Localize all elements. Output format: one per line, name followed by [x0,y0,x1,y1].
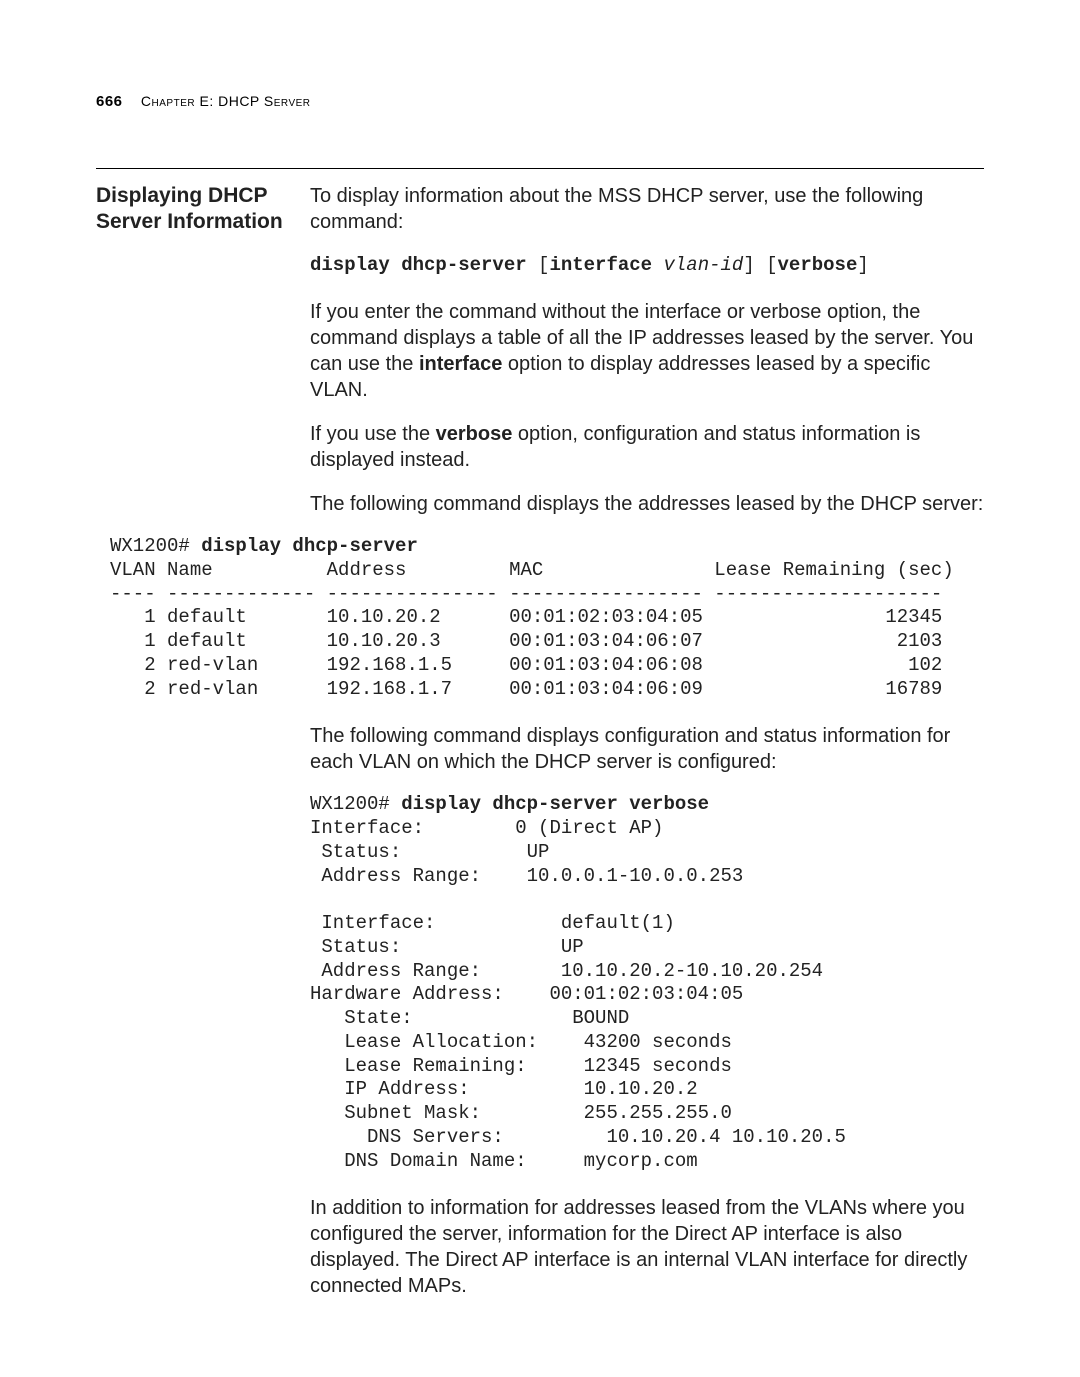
keyword-verbose: verbose [436,423,513,445]
command: display dhcp-server [201,535,418,557]
syntax-arg-vlanid: vlan-id [663,254,743,276]
section: Displaying DHCP Server Information To di… [96,183,984,1318]
page-number: 666 [96,93,123,110]
syntax-keyword-interface: interface [549,254,652,276]
terminal-output-2: WX1200# display dhcp-server verbose Inte… [310,793,984,1173]
syntax-bracket: [ [538,254,549,276]
syntax-bracket: [ [755,254,778,276]
syntax-bracket: ] [743,254,754,276]
output-body: VLAN Name Address MAC Lease Remaining (s… [110,559,954,700]
keyword-interface: interface [419,353,502,375]
page: 666 Chapter E: DHCP Server Displaying DH… [0,0,1080,1377]
prompt: WX1200# [310,793,401,815]
running-header: 666 Chapter E: DHCP Server [96,92,984,112]
chapter-label: Chapter E: DHCP Server [141,93,311,109]
example1-block: WX1200# display dhcp-server VLAN Name Ad… [110,535,984,701]
section-rule [96,168,984,169]
prompt: WX1200# [110,535,201,557]
side-heading: Displaying DHCP Server Information [96,183,310,236]
command: display dhcp-server verbose [401,793,709,815]
command-syntax: display dhcp-server [interface vlan-id] … [310,253,984,278]
section-body: To display information about the MSS DHC… [310,183,984,1318]
paragraph-no-option: If you enter the command without the int… [310,299,984,403]
syntax-bracket: ] [857,254,868,276]
intro-paragraph: To display information about the MSS DHC… [310,183,984,235]
paragraph-additional: In addition to information for addresses… [310,1195,984,1299]
paragraph-verbose: If you use the verbose option, configura… [310,421,984,473]
paragraph-example1-lead: The following command displays the addre… [310,491,984,517]
paragraph-example2-lead: The following command displays configura… [310,723,984,775]
output-body: Interface: 0 (Direct AP) Status: UP Addr… [310,817,846,1172]
text: If you use the [310,423,436,445]
syntax-command: display dhcp-server [310,254,527,276]
syntax-keyword-verbose: verbose [778,254,858,276]
terminal-output-1: WX1200# display dhcp-server VLAN Name Ad… [110,535,984,701]
